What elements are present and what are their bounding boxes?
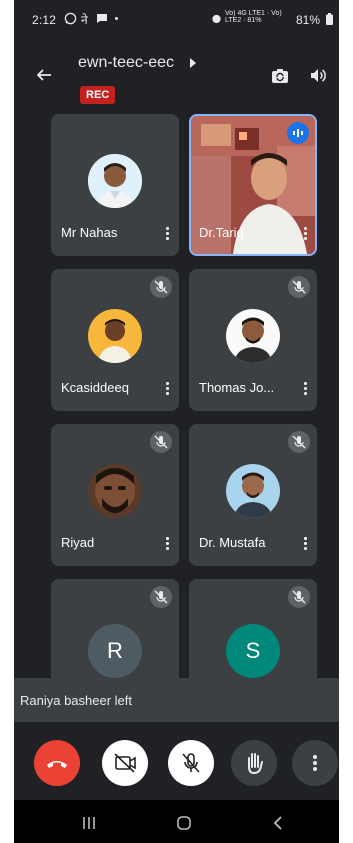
chevron-right-icon[interactable]	[189, 58, 197, 68]
toast-text: Raniya basheer left	[20, 693, 133, 708]
mic-off-icon	[288, 276, 310, 298]
recent-apps-icon[interactable]	[82, 816, 96, 830]
back-icon[interactable]	[272, 815, 284, 831]
meeting-title[interactable]: ewn-teec-eec	[78, 54, 174, 72]
mic-off-icon	[150, 586, 172, 608]
participant-name: Dr.Tariq	[199, 225, 244, 240]
avatar	[226, 309, 280, 363]
avatar	[88, 309, 142, 363]
call-header: ewn-teec-eec REC	[14, 40, 339, 116]
camera-toggle-button[interactable]	[102, 740, 148, 786]
dot-icon	[115, 17, 118, 20]
arrow-left-icon[interactable]	[36, 67, 52, 83]
more-vertical-icon[interactable]	[166, 226, 170, 240]
battery-icon	[326, 13, 333, 25]
mic-off-icon	[150, 431, 172, 453]
end-call-icon	[47, 761, 67, 768]
more-vertical-icon[interactable]	[304, 226, 308, 240]
speaker-icon[interactable]	[310, 67, 327, 84]
status-time: 2:12	[32, 13, 57, 27]
mic-toggle-button[interactable]	[168, 740, 214, 786]
more-vertical-icon[interactable]	[304, 381, 308, 395]
status-network-text: Vo) 4G LTE1 · Vo) LTE2 · 81%	[225, 10, 282, 24]
mic-off-icon	[150, 276, 172, 298]
avatar	[88, 464, 142, 518]
more-options-button[interactable]	[292, 740, 338, 786]
mic-off-icon	[288, 431, 310, 453]
participant-name: Kcasiddeeq	[61, 380, 129, 395]
more-vertical-icon[interactable]	[304, 536, 308, 550]
raise-hand-icon	[248, 753, 263, 775]
meet-call-screen: 2:12 ने Vo) 4G LTE1 · Vo) LTE2 · 81% 81%…	[14, 0, 339, 843]
switch-camera-icon[interactable]	[271, 67, 289, 85]
participant-name: Mr Nahas	[61, 225, 118, 240]
avatar	[226, 464, 280, 518]
alarm-icon	[212, 14, 221, 24]
mic-off-icon	[182, 753, 200, 773]
participant-tile[interactable]: Thomas Jo...	[189, 269, 317, 411]
participant-tile-active-speaker[interactable]: Dr.Tariq	[189, 114, 317, 256]
app-notification-icon: ने	[81, 13, 88, 27]
participant-name: Dr. Mustafa	[199, 535, 266, 550]
avatar-letter: R	[88, 624, 142, 678]
avatar	[88, 154, 142, 208]
whatsapp-icon	[64, 12, 77, 25]
android-nav-bar	[14, 800, 339, 843]
participant-tile[interactable]: Mr Nahas	[51, 114, 179, 256]
active-speaker-indicator	[287, 122, 309, 144]
more-vertical-icon[interactable]	[166, 381, 170, 395]
camera-off-icon	[114, 753, 136, 773]
participant-left-toast: Raniya basheer left	[14, 678, 339, 722]
participant-tile[interactable]: Riyad	[51, 424, 179, 566]
home-icon[interactable]	[176, 815, 192, 831]
avatar-letter: S	[226, 624, 280, 678]
recording-badge: REC	[80, 86, 116, 104]
participant-name: Riyad	[61, 535, 95, 550]
status-bar: 2:12 ने Vo) 4G LTE1 · Vo) LTE2 · 81% 81%	[14, 0, 339, 40]
participant-name: Thomas Jo...	[199, 380, 275, 395]
audio-wave-icon	[293, 129, 303, 137]
participant-tile[interactable]: Dr. Mustafa	[189, 424, 317, 566]
mic-off-icon	[288, 586, 310, 608]
more-vertical-icon[interactable]	[166, 536, 170, 550]
more-vertical-icon	[313, 755, 317, 771]
battery-percent: 81%	[296, 13, 321, 27]
raise-hand-button[interactable]	[231, 740, 277, 786]
message-icon	[97, 14, 107, 23]
end-call-button[interactable]	[34, 740, 80, 786]
participant-tile[interactable]: Kcasiddeeq	[51, 269, 179, 411]
